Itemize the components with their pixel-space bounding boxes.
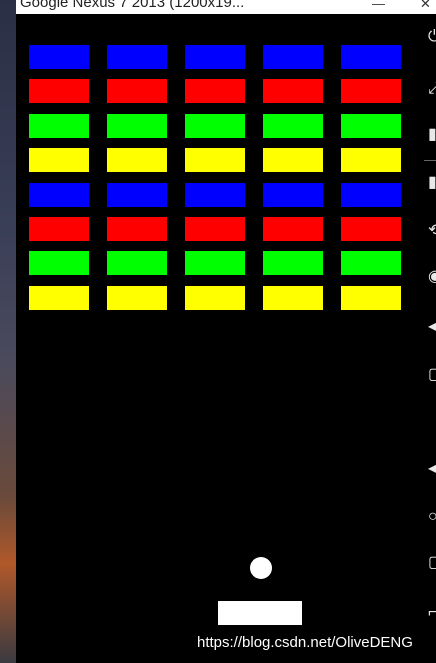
emulator-title-bar: Google Nexus 7 2013 (1200x19... — ✕ — [16, 0, 436, 14]
red-brick — [107, 217, 167, 241]
blue-brick — [29, 45, 89, 69]
green-brick — [107, 114, 167, 138]
emulator-screen: Google Nexus 7 2013 (1200x19... — ✕ ⏻ ⤢ … — [0, 0, 436, 663]
emulator-toolbar: ⏻ ⤢ ▮ ▮ ⟲ ◉ ◂ ▢ ◂ ○ ▢ ⌐ — [418, 14, 436, 663]
blue-brick — [341, 183, 401, 207]
watermark: https://blog.csdn.net/OliveDENG — [197, 634, 413, 651]
green-brick — [107, 251, 167, 275]
overview-square-icon[interactable]: ▢ — [428, 554, 436, 572]
yellow-brick — [341, 148, 401, 172]
more-icon[interactable]: ⌐ — [428, 604, 436, 622]
yellow-brick — [341, 286, 401, 310]
back-icon[interactable]: ▢ — [428, 366, 436, 384]
yellow-brick — [107, 286, 167, 310]
yellow-brick — [29, 286, 89, 310]
blue-brick — [341, 45, 401, 69]
blue-brick — [107, 183, 167, 207]
overview-icon[interactable]: ○ — [428, 508, 436, 526]
red-brick — [263, 79, 323, 103]
yellow-brick — [185, 148, 245, 172]
window-title: Google Nexus 7 2013 (1200x19... — [20, 0, 245, 11]
minimize-icon[interactable]: — — [372, 0, 385, 11]
green-brick — [29, 251, 89, 275]
blue-brick — [29, 183, 89, 207]
red-brick — [107, 79, 167, 103]
power-icon[interactable]: ⏻ — [428, 28, 436, 46]
green-brick — [185, 251, 245, 275]
zoom-icon[interactable]: ◂ — [428, 318, 436, 336]
camera-icon[interactable]: ◉ — [428, 268, 436, 286]
green-brick — [341, 251, 401, 275]
green-brick — [29, 114, 89, 138]
green-brick — [341, 114, 401, 138]
green-brick — [263, 251, 323, 275]
yellow-brick — [107, 148, 167, 172]
green-brick — [263, 114, 323, 138]
desktop-wallpaper — [0, 0, 16, 663]
ball — [250, 557, 272, 579]
blue-brick — [107, 45, 167, 69]
yellow-brick — [29, 148, 89, 172]
game-viewport[interactable] — [16, 14, 418, 663]
red-brick — [185, 217, 245, 241]
green-brick — [185, 114, 245, 138]
red-brick — [185, 79, 245, 103]
yellow-brick — [263, 286, 323, 310]
volume-up-icon[interactable]: ▮ — [428, 126, 436, 144]
yellow-brick — [185, 286, 245, 310]
toolbar-divider — [424, 160, 436, 161]
red-brick — [29, 79, 89, 103]
blue-brick — [185, 45, 245, 69]
volume-down-icon[interactable]: ▮ — [428, 174, 436, 192]
rotate-left-icon[interactable]: ⟲ — [428, 222, 436, 240]
red-brick — [29, 217, 89, 241]
close-icon[interactable]: ✕ — [420, 0, 431, 12]
red-brick — [341, 217, 401, 241]
home-icon[interactable]: ◂ — [428, 460, 436, 478]
yellow-brick — [263, 148, 323, 172]
blue-brick — [185, 183, 245, 207]
blue-brick — [263, 183, 323, 207]
paddle[interactable] — [218, 601, 302, 625]
rotate-icon[interactable]: ⤢ — [428, 80, 436, 98]
red-brick — [341, 79, 401, 103]
blue-brick — [263, 45, 323, 69]
red-brick — [263, 217, 323, 241]
